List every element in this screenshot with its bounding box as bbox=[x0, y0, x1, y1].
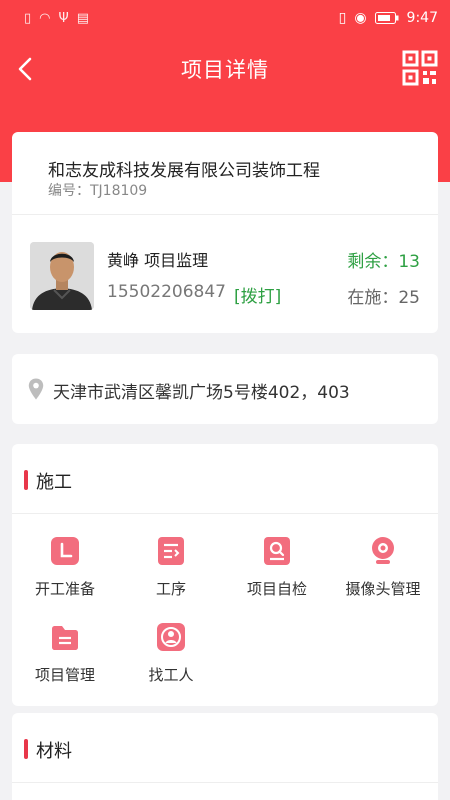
remaining-count: 剩余：13 bbox=[347, 252, 420, 272]
supervisor-name: 黄峥 项目监理 bbox=[107, 251, 209, 270]
construction-card: 施工 开工准备 工序 项目自检 摄像头管理 项目管理 找工人 bbox=[12, 444, 438, 706]
process-icon bbox=[158, 537, 184, 565]
camera-icon bbox=[372, 537, 394, 564]
project-address: 天津市武清区馨凯广场5号楼402，403 bbox=[53, 383, 350, 403]
calendar-icon: ▤ bbox=[76, 10, 90, 26]
status-time: 9:47 bbox=[406, 10, 438, 26]
grid-item-start-prep[interactable]: 开工准备 bbox=[12, 536, 118, 599]
grid-item-label: 项目管理 bbox=[34, 666, 95, 684]
status-bar: ▯ ◠ Ψ ▤ ▯ ◉ 9:47 bbox=[0, 0, 450, 36]
folder-icon bbox=[52, 626, 78, 650]
divider bbox=[12, 214, 438, 215]
section-title-construction: 施工 bbox=[36, 472, 72, 493]
project-card: 和志友成科技发展有限公司装饰工程 编号：TJ18109 黄峥 项目监理 1550… bbox=[12, 132, 438, 333]
divider bbox=[12, 513, 438, 514]
qr-code-icon[interactable] bbox=[402, 50, 438, 86]
divider bbox=[12, 782, 438, 783]
start-prep-icon bbox=[51, 537, 79, 565]
alert-icon: ▯ bbox=[24, 10, 32, 26]
project-name: 和志友成科技发展有限公司装饰工程 bbox=[48, 161, 320, 181]
vibrate-icon: ▯ bbox=[338, 10, 347, 26]
grid-item-process[interactable]: 工序 bbox=[118, 536, 224, 599]
grid-item-label: 找工人 bbox=[148, 666, 194, 684]
status-right: ▯ ◉ 9:47 bbox=[339, 10, 438, 26]
materials-card: 材料 bbox=[12, 713, 438, 800]
in-progress-count: 在施：25 bbox=[347, 288, 420, 308]
nav-bar: 项目详情 bbox=[0, 36, 450, 102]
address-card: 天津市武清区馨凯广场5号楼402，403 bbox=[12, 354, 438, 424]
grid-item-find-worker[interactable]: 找工人 bbox=[118, 622, 224, 685]
section-accent-bar bbox=[24, 470, 28, 490]
section-title-materials: 材料 bbox=[36, 741, 72, 762]
page-title: 项目详情 bbox=[181, 58, 269, 82]
grid-item-label: 摄像头管理 bbox=[345, 580, 421, 598]
grid-item-label: 项目自检 bbox=[246, 580, 307, 598]
dial-button[interactable]: [拨打] bbox=[234, 282, 281, 307]
avatar bbox=[30, 242, 94, 310]
status-left-icons: ▯ ◠ Ψ ▤ bbox=[24, 11, 89, 26]
supervisor-phone: 15502206847 bbox=[107, 282, 226, 302]
wifi-icon: ◠ bbox=[39, 10, 51, 26]
grid-item-label: 开工准备 bbox=[34, 580, 95, 598]
location-pin-icon bbox=[28, 378, 44, 400]
grid-item-project-management[interactable]: 项目管理 bbox=[12, 622, 118, 685]
grid-item-label: 工序 bbox=[155, 580, 186, 598]
eye-icon: ◉ bbox=[354, 10, 367, 26]
grid-item-camera[interactable]: 摄像头管理 bbox=[330, 536, 436, 599]
find-worker-icon bbox=[157, 623, 185, 651]
grid-item-self-check[interactable]: 项目自检 bbox=[224, 536, 330, 599]
usb-icon: Ψ bbox=[58, 10, 69, 26]
project-code: 编号：TJ18109 bbox=[48, 183, 148, 199]
section-accent-bar bbox=[24, 739, 28, 759]
self-check-icon bbox=[264, 537, 290, 565]
battery-icon bbox=[374, 12, 399, 24]
